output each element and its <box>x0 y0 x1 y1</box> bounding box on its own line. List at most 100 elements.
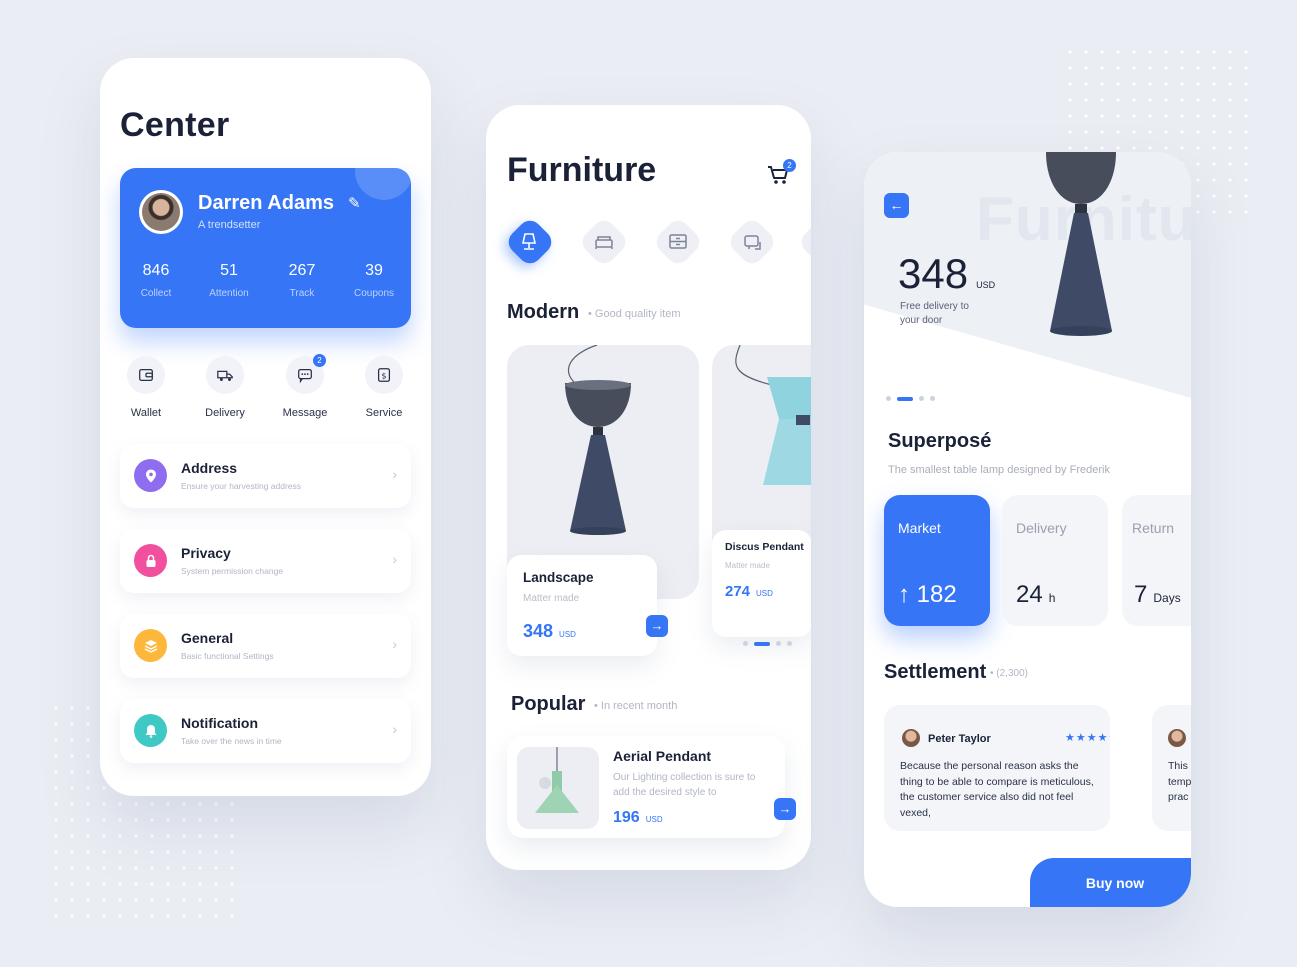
back-button[interactable]: ← <box>884 193 909 218</box>
buy-now-button[interactable]: Buy now <box>1030 858 1191 907</box>
avatar <box>1168 729 1186 747</box>
review-card[interactable]: Peter Taylor ★★★★★ Because the personal … <box>884 705 1110 831</box>
tile-label: Return <box>1132 520 1175 536</box>
stat-track[interactable]: 267 Track <box>272 262 332 299</box>
tile-value: 7 Days <box>1134 581 1181 608</box>
product-description: The smallest table lamp designed by Fred… <box>888 464 1110 476</box>
avatar <box>902 729 920 747</box>
page-title: Center <box>120 106 230 144</box>
section-title-popular: Popular <box>511 693 586 715</box>
product-info-discus[interactable]: Discus Pendant Matter made 274 USD <box>712 530 811 637</box>
message-button[interactable]: 2 Message <box>275 354 335 419</box>
review-text: Because the personal reason asks the thi… <box>900 760 1094 819</box>
sofa-icon <box>744 235 761 250</box>
product-name: Landscape <box>523 570 594 585</box>
cart-button[interactable]: 2 <box>766 159 796 188</box>
cabinet-icon <box>669 234 687 249</box>
tile-label: Market <box>898 520 941 536</box>
menu-item-address[interactable]: Address Ensure your harvesting address › <box>120 444 411 508</box>
stat-attention[interactable]: 51 Attention <box>199 262 259 299</box>
menu-title: Address <box>181 460 238 476</box>
stat-value: 39 <box>365 262 383 279</box>
tile-return[interactable]: Return 7 Days <box>1122 495 1191 626</box>
menu-subtitle: Basic functional Settings <box>181 651 274 661</box>
section-title-modern: Modern <box>507 301 580 323</box>
stat-label: Collect <box>140 288 172 299</box>
stat-value: 267 <box>288 262 316 279</box>
layers-icon <box>134 629 167 662</box>
menu-title: Notification <box>181 715 258 731</box>
section-title-settlement: Settlement <box>884 661 987 683</box>
review-card[interactable]: This temp prac <box>1152 705 1191 831</box>
action-label: Message <box>282 407 328 419</box>
arrow-right-icon: → <box>650 618 664 633</box>
action-label: Delivery <box>205 407 245 419</box>
menu-title: General <box>181 630 234 646</box>
review-text: This temp prac <box>1168 760 1191 803</box>
profile-name: Darren Adams <box>198 192 334 214</box>
tile-value: 24 h <box>1016 581 1056 608</box>
chevron-right-icon: › <box>392 721 397 737</box>
notification-badge: 2 <box>313 354 326 367</box>
popular-item-price: 196 USD <box>613 809 663 826</box>
product-price: 348 USD <box>523 621 576 641</box>
lock-icon <box>134 544 167 577</box>
popular-item-description: Our Lighting collection is sure to add t… <box>613 772 756 798</box>
delivery-note: Free delivery to your door <box>900 301 969 326</box>
svg-text:$: $ <box>381 371 386 381</box>
category-bed[interactable] <box>577 215 631 269</box>
product-arrow-button[interactable]: → <box>646 615 668 637</box>
avatar[interactable] <box>139 190 183 234</box>
bell-icon <box>134 714 167 747</box>
cart-badge: 2 <box>783 159 796 172</box>
product-name: Superposé <box>888 430 992 452</box>
stat-label: Coupons <box>353 288 395 299</box>
edit-icon[interactable]: ✎ <box>348 194 361 212</box>
stat-label: Attention <box>209 288 249 299</box>
menu-item-privacy[interactable]: Privacy System permission change › <box>120 529 411 593</box>
category-sofa[interactable] <box>725 215 779 269</box>
action-label: Service <box>365 407 403 419</box>
menu-subtitle: Ensure your harvesting address <box>181 481 302 491</box>
carousel-pager[interactable] <box>743 641 792 646</box>
settlement-count: • (2,300) <box>990 668 1028 679</box>
menu-item-general[interactable]: General Basic functional Settings › <box>120 614 411 678</box>
star-rating: ★★★★★ <box>1065 732 1110 744</box>
product-info-landscape[interactable]: Landscape Matter made 348 USD <box>507 555 657 656</box>
pendant-lamp-image <box>1046 152 1116 336</box>
popular-arrow-button[interactable]: → <box>774 798 796 820</box>
popular-item-name: Aerial Pendant <box>613 748 712 764</box>
category-more[interactable] <box>796 215 811 269</box>
popular-item-card[interactable]: Aerial Pendant Our Lighting collection i… <box>507 736 796 838</box>
stat-value: 846 <box>142 262 170 279</box>
image-pager[interactable] <box>886 396 935 401</box>
tile-delivery[interactable]: Delivery 24 h <box>1002 495 1108 626</box>
chevron-right-icon: › <box>392 466 397 482</box>
service-button[interactable]: $ Service <box>354 356 414 419</box>
category-cabinet[interactable] <box>651 215 705 269</box>
tile-value: ↑ 182 <box>898 581 957 608</box>
chevron-right-icon: › <box>392 636 397 652</box>
wallet-button[interactable]: Wallet <box>116 356 176 419</box>
service-icon: $ <box>365 356 403 394</box>
stat-value: 51 <box>220 262 238 279</box>
stat-coupons[interactable]: 39 Coupons <box>344 262 404 299</box>
tile-market[interactable]: Market ↑ 182 <box>884 495 990 626</box>
delivery-button[interactable]: Delivery <box>195 356 255 419</box>
tile-label: Delivery <box>1016 520 1067 536</box>
product-material: Matter made <box>725 561 770 570</box>
location-pin-icon <box>134 459 167 492</box>
product-detail-screen: Furniture ← 348USD Free delivery to your… <box>864 152 1191 907</box>
section-subtitle: • Good quality item <box>588 308 681 320</box>
profile-card[interactable]: Darren Adams ✎ A trendsetter 846 Collect… <box>120 168 411 328</box>
menu-item-notification[interactable]: Notification Take over the news in time … <box>120 699 411 763</box>
center-screen: Center Darren Adams ✎ A trendsetter 846 … <box>100 58 431 796</box>
wallet-icon <box>127 356 165 394</box>
chevron-right-icon: › <box>392 551 397 567</box>
stat-collect[interactable]: 846 Collect <box>126 262 186 299</box>
product-price: 348 USD <box>898 250 996 297</box>
furniture-screen: Furniture 2 Modern • Good quality item L… <box>486 105 811 870</box>
product-thumbnail <box>517 747 599 829</box>
menu-title: Privacy <box>181 545 231 561</box>
category-lamp[interactable] <box>503 215 557 269</box>
